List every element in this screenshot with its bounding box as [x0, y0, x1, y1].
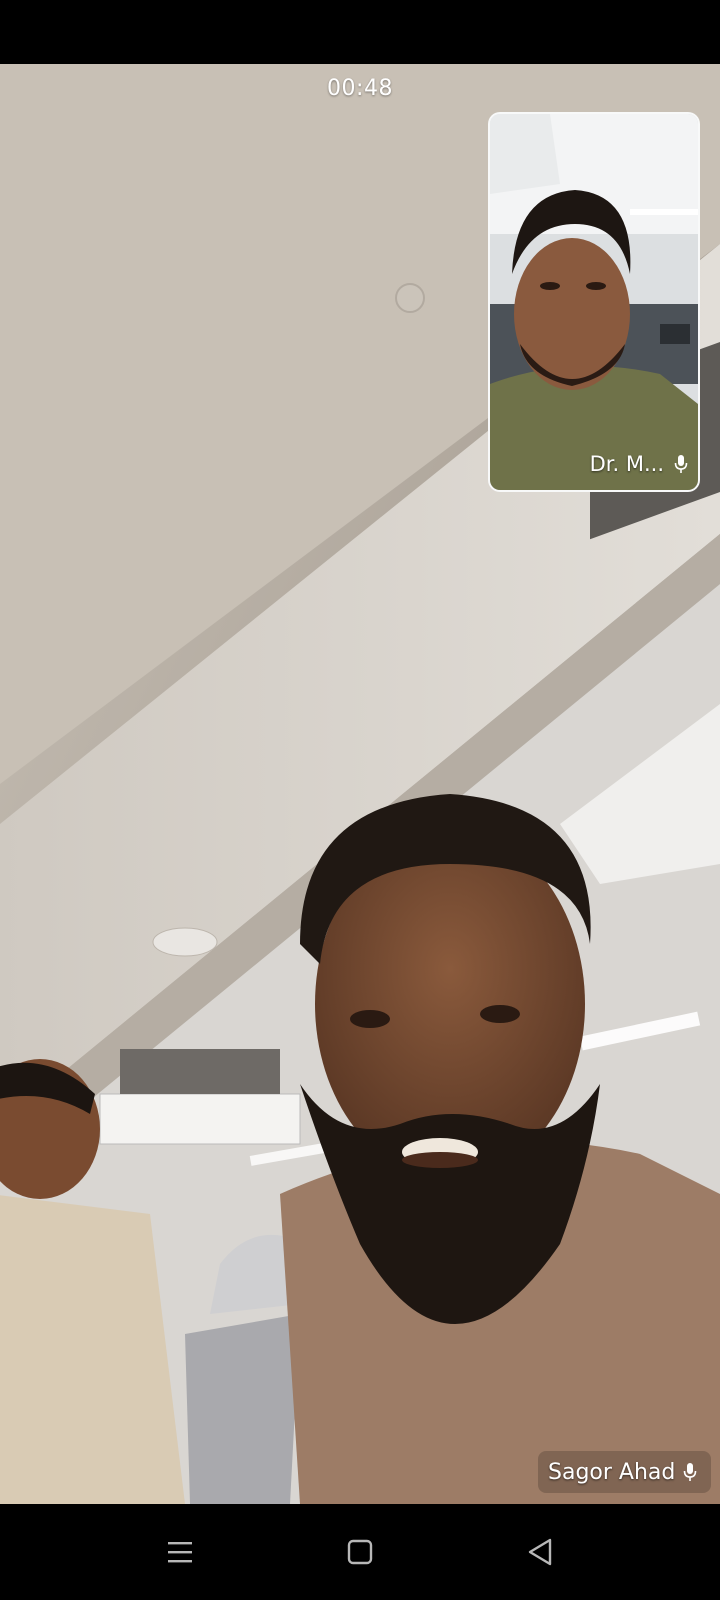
self-video-frame — [490, 114, 698, 490]
call-timer: 00:48 — [327, 76, 393, 101]
remote-name-label: Sagor Ahad — [538, 1451, 712, 1493]
remote-name: Sagor Ahad — [548, 1459, 676, 1485]
video-call-screen: 00:48 Dr. M... Sagor Ahad — [0, 0, 720, 1600]
nav-recents-button[interactable] — [150, 1524, 210, 1580]
remote-mic-icon — [684, 1463, 697, 1481]
self-video-preview[interactable]: Dr. M... — [488, 112, 700, 492]
menu-icon — [168, 1542, 192, 1563]
status-bar — [0, 0, 720, 64]
nav-home-button[interactable] — [330, 1524, 390, 1580]
self-mic-icon — [674, 455, 688, 473]
back-triangle-icon — [528, 1538, 552, 1566]
self-name: Dr. M... — [589, 452, 664, 476]
self-name-label: Dr. M... — [590, 452, 688, 476]
system-nav-bar — [0, 1504, 720, 1600]
home-square-icon — [347, 1539, 373, 1565]
nav-back-button[interactable] — [510, 1524, 570, 1580]
